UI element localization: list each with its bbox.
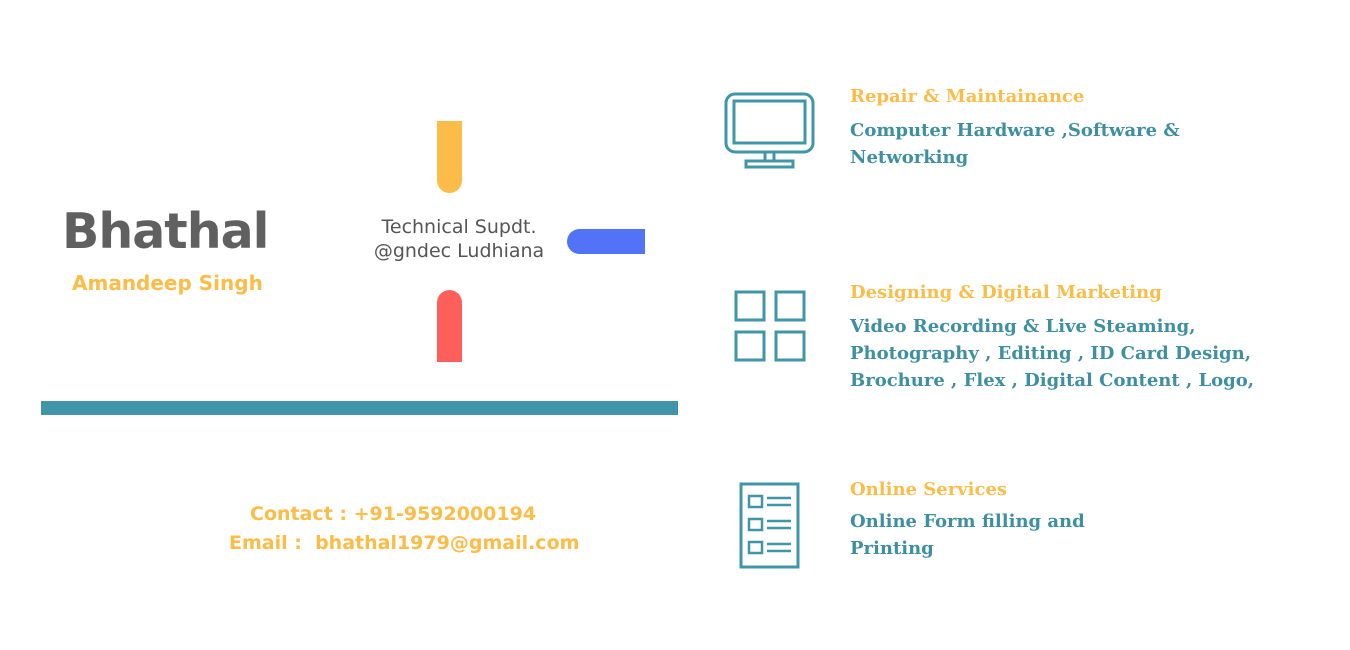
service-title-designing: Designing & Digital Marketing (850, 282, 1162, 303)
document-icon (739, 482, 800, 569)
monitor-icon (724, 92, 816, 170)
role-line-2: @gndec Ludhiana (373, 240, 545, 262)
person-name: Amandeep Singh (72, 271, 263, 295)
service-description-online: Online Form filling and Printing (850, 511, 1085, 559)
role-title: Technical Supdt. @gndec Ludhiana (364, 215, 554, 263)
service-description-repair: Computer Hardware ,Software & Networking (850, 120, 1180, 168)
role-line-1: Technical Supdt. (381, 216, 537, 238)
service-title-repair: Repair & Maintainance (850, 86, 1085, 107)
red-accent-bar (437, 290, 462, 362)
divider-bar (41, 401, 678, 415)
brand-name: Bhathal (62, 203, 269, 260)
service-title-online: Online Services (850, 479, 1008, 500)
service-description-designing: Video Recording & Live Steaming, Photogr… (850, 316, 1255, 391)
blue-accent-bar (567, 229, 645, 254)
contact-email: Email : bhathal1979@gmail.com (229, 532, 580, 554)
contact-phone: Contact : +91-9592000194 (250, 503, 537, 525)
yellow-accent-bar (437, 121, 462, 193)
grid-icon (734, 290, 806, 362)
